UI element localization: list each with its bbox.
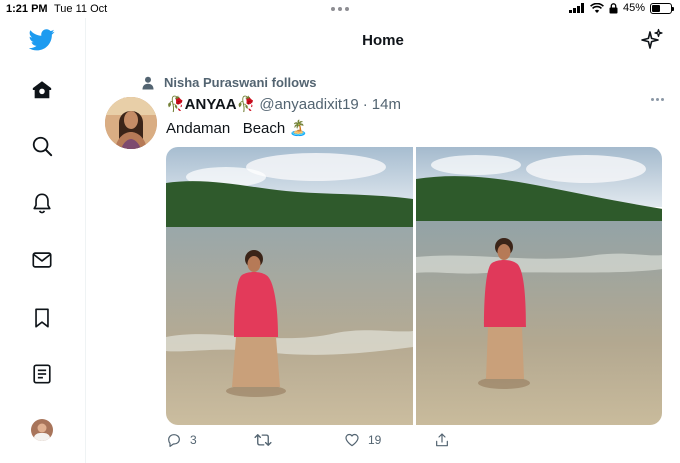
sidebar (0, 18, 86, 463)
tweet-photo-1[interactable] (166, 147, 413, 425)
mail-icon[interactable] (28, 246, 56, 274)
social-context: Nisha Puraswani follows (142, 75, 316, 90)
tweet-media (166, 147, 662, 425)
social-context-label[interactable]: Nisha Puraswani follows (164, 75, 316, 90)
bookmark-icon[interactable] (28, 304, 56, 332)
timestamp[interactable]: 14m (372, 96, 401, 113)
lock-rotation-icon (609, 2, 618, 13)
page-title: Home (362, 32, 404, 49)
status-bar: 1:21 PM Tue 11 Oct 45% (0, 0, 680, 18)
tweet-avatar[interactable] (105, 97, 157, 149)
signal-icon (568, 3, 584, 13)
handle[interactable]: @anyaadixit19 (259, 96, 358, 113)
reply-icon (168, 434, 180, 447)
bell-icon[interactable] (28, 189, 56, 217)
reply-button[interactable]: 3 (166, 432, 197, 448)
more-options-icon[interactable] (651, 98, 664, 101)
battery-level (652, 4, 661, 12)
twitter-bird-icon[interactable] (28, 26, 56, 54)
share-icon (436, 433, 448, 447)
timeline-header: Home (86, 18, 680, 62)
heart-icon (345, 433, 359, 447)
tweet[interactable]: Nisha Puraswani follows 🥀ANYAA🥀 @anyaadi… (86, 62, 680, 463)
home-icon[interactable] (28, 76, 56, 104)
tweet-photo-2[interactable] (415, 147, 662, 425)
search-icon[interactable] (28, 132, 56, 160)
like-count: 19 (368, 433, 382, 447)
tweet-header: 🥀ANYAA🥀 @anyaadixit19 · 14m (166, 95, 401, 113)
status-indicators: 45% (568, 2, 674, 14)
multitasking-dots-icon[interactable] (331, 7, 349, 11)
time-separator: · (362, 96, 368, 113)
tweet-actions: 3 19 (166, 432, 662, 456)
retweet-button[interactable] (254, 432, 280, 448)
retweet-icon (254, 434, 272, 446)
battery-icon (650, 2, 674, 14)
reply-count: 3 (190, 433, 197, 447)
list-icon[interactable] (28, 360, 56, 388)
like-button[interactable]: 19 (344, 432, 381, 448)
status-time: 1:21 PM (6, 3, 48, 15)
status-date: Tue 11 Oct (54, 3, 108, 15)
sparkle-icon[interactable] (640, 28, 664, 52)
share-button[interactable] (434, 432, 450, 448)
wifi-icon (590, 2, 604, 13)
avatar[interactable] (28, 416, 56, 444)
display-name[interactable]: 🥀ANYAA🥀 (166, 95, 255, 113)
tweet-text: Andaman Beach 🏝️ (166, 120, 309, 137)
battery-percent: 45% (622, 2, 645, 14)
person-icon (142, 76, 154, 89)
